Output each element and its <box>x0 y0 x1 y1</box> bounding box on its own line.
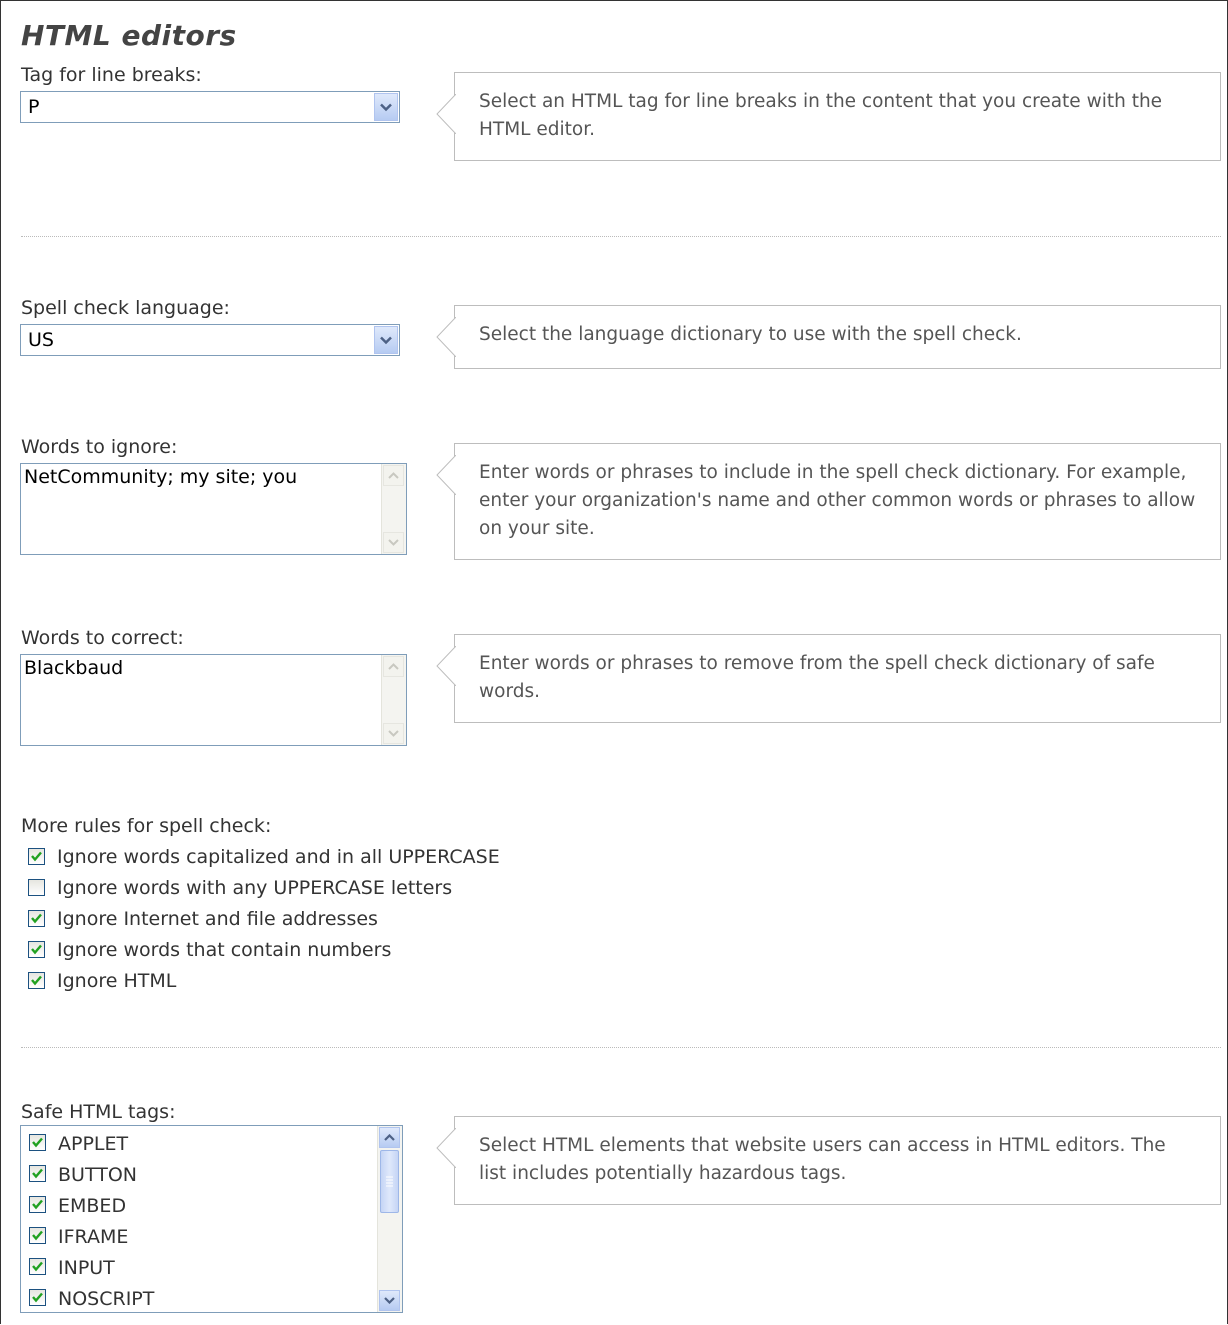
checkmark-icon <box>32 1199 43 1210</box>
checkmark-icon <box>31 975 42 986</box>
arrow-up-icon[interactable] <box>383 656 404 677</box>
words-correct-label: Words to correct: <box>21 627 184 649</box>
safe-tag-label: APPLET <box>58 1133 129 1155</box>
checkbox[interactable] <box>29 1258 46 1275</box>
checkbox[interactable] <box>28 910 45 927</box>
checkmark-icon <box>32 1137 43 1148</box>
textarea-scrollbar[interactable] <box>381 464 406 554</box>
words-ignore-value: NetCommunity; my site; you <box>24 466 298 488</box>
arrow-up-icon[interactable] <box>379 1127 400 1148</box>
spell-language-value: US <box>28 329 54 351</box>
checkbox[interactable] <box>28 848 45 865</box>
spell-rule-label: Ignore words with any UPPERCASE letters <box>57 877 453 899</box>
section-divider <box>21 1047 1221 1048</box>
list-scrollbar[interactable] <box>377 1126 402 1312</box>
line-breaks-label: Tag for line breaks: <box>21 64 202 86</box>
safe-tags-help: Select HTML elements that website users … <box>436 1116 1221 1205</box>
checkmark-icon <box>31 913 42 924</box>
textarea-scrollbar[interactable] <box>381 655 406 745</box>
checkmark-icon <box>31 851 42 862</box>
checkmark-icon <box>32 1292 43 1303</box>
callout-pointer <box>436 455 456 495</box>
safe-tags-list[interactable]: APPLET BUTTON EMBED IFRAME INPUT NOSCRIP… <box>20 1125 403 1313</box>
chevron-down-icon[interactable] <box>374 93 398 121</box>
arrow-down-icon[interactable] <box>379 1290 400 1311</box>
spell-rule-label: Ignore words capitalized and in all UPPE… <box>57 846 500 868</box>
section-divider <box>21 236 1221 237</box>
page-title: HTML editors <box>21 19 237 52</box>
arrow-up-icon[interactable] <box>383 465 404 486</box>
spell-language-help: Select the language dictionary to use wi… <box>436 305 1221 369</box>
words-correct-help-text: Enter words or phrases to remove from th… <box>479 653 1155 702</box>
checkmark-icon <box>31 944 42 955</box>
safe-tags-label: Safe HTML tags: <box>21 1101 176 1123</box>
words-ignore-textarea[interactable]: NetCommunity; my site; you <box>20 463 407 555</box>
callout-pointer <box>436 1128 456 1168</box>
checkbox[interactable] <box>29 1134 46 1151</box>
safe-tag-label: NOSCRIPT <box>58 1288 155 1310</box>
checkbox[interactable] <box>29 1196 46 1213</box>
words-correct-textarea[interactable]: Blackbaud <box>20 654 407 746</box>
checkbox[interactable] <box>29 1165 46 1182</box>
settings-panel: HTML editors Tag for line breaks: P Sele… <box>0 0 1228 1324</box>
checkmark-icon <box>32 1168 43 1179</box>
chevron-down-icon[interactable] <box>374 326 398 354</box>
spell-rule-label: Ignore words that contain numbers <box>57 939 392 961</box>
words-ignore-help-text: Enter words or phrases to include in the… <box>479 462 1196 539</box>
spell-rule-label: Ignore HTML <box>57 970 177 992</box>
safe-tag-label: IFRAME <box>58 1226 129 1248</box>
spell-language-help-text: Select the language dictionary to use wi… <box>479 324 1022 345</box>
safe-tag-label: EMBED <box>58 1195 127 1217</box>
spell-language-select[interactable]: US <box>20 324 400 356</box>
words-ignore-label: Words to ignore: <box>21 436 178 458</box>
line-breaks-select[interactable]: P <box>20 91 400 123</box>
checkbox[interactable] <box>28 879 45 896</box>
line-breaks-help: Select an HTML tag for line breaks in th… <box>436 72 1221 161</box>
safe-tags-help-text: Select HTML elements that website users … <box>479 1135 1166 1184</box>
checkbox[interactable] <box>28 972 45 989</box>
arrow-down-icon[interactable] <box>383 723 404 744</box>
line-breaks-help-text: Select an HTML tag for line breaks in th… <box>479 91 1163 140</box>
checkbox[interactable] <box>29 1227 46 1244</box>
words-correct-help: Enter words or phrases to remove from th… <box>436 634 1221 723</box>
safe-tag-label: INPUT <box>58 1257 115 1279</box>
words-correct-value: Blackbaud <box>24 657 124 679</box>
arrow-down-icon[interactable] <box>383 532 404 553</box>
words-ignore-help: Enter words or phrases to include in the… <box>436 443 1221 560</box>
spell-rule-label: Ignore Internet and file addresses <box>57 908 378 930</box>
scrollbar-thumb[interactable] <box>380 1150 399 1213</box>
checkmark-icon <box>32 1230 43 1241</box>
callout-pointer <box>436 646 456 686</box>
line-breaks-value: P <box>28 96 40 118</box>
checkbox[interactable] <box>29 1289 46 1306</box>
checkmark-icon <box>32 1261 43 1272</box>
safe-tag-label: BUTTON <box>58 1164 137 1186</box>
spell-rules-label: More rules for spell check: <box>21 815 272 837</box>
callout-pointer <box>436 94 456 134</box>
callout-pointer <box>436 317 456 357</box>
checkbox[interactable] <box>28 941 45 958</box>
spell-language-label: Spell check language: <box>21 297 230 319</box>
